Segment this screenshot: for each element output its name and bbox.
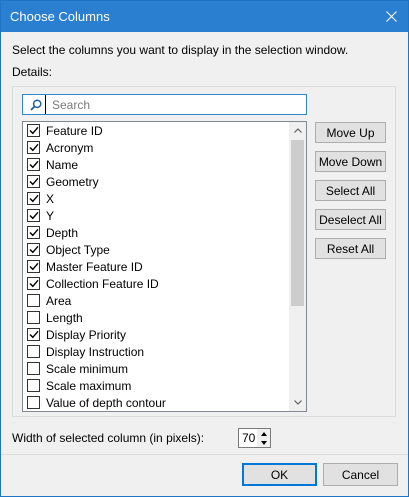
list-item[interactable]: Collection Feature ID — [23, 275, 289, 292]
column-checkbox[interactable] — [27, 243, 40, 256]
search-box[interactable] — [22, 94, 307, 115]
checkmark-icon — [29, 177, 39, 186]
list-item[interactable]: Display Priority — [23, 326, 289, 343]
column-label: Display Instruction — [46, 344, 145, 359]
search-input[interactable] — [45, 95, 300, 114]
checkmark-icon — [29, 194, 39, 203]
column-label: Scale maximum — [46, 378, 132, 393]
column-checkbox[interactable] — [27, 294, 40, 307]
column-checkbox[interactable] — [27, 141, 40, 154]
reset-all-button[interactable]: Reset All — [315, 238, 386, 259]
column-checkbox[interactable] — [27, 209, 40, 222]
column-checkbox[interactable] — [27, 362, 40, 375]
ok-button[interactable]: OK — [242, 463, 317, 486]
checkmark-icon — [29, 160, 39, 169]
column-checkbox[interactable] — [27, 260, 40, 273]
column-label: Depth — [46, 225, 79, 240]
deselect-all-button[interactable]: Deselect All — [315, 209, 386, 230]
list-item[interactable]: Y — [23, 207, 289, 224]
column-checkbox[interactable] — [27, 328, 40, 341]
list-item[interactable]: X — [23, 190, 289, 207]
checkmark-icon — [29, 126, 39, 135]
search-icon — [27, 95, 45, 114]
column-checkbox[interactable] — [27, 277, 40, 290]
column-label: Area — [46, 293, 72, 308]
list-item[interactable]: Object Type — [23, 241, 289, 258]
column-checkbox[interactable] — [27, 379, 40, 392]
list-item[interactable]: Length — [23, 309, 289, 326]
column-width-label: Width of selected column (in pixels): — [12, 431, 205, 445]
list-item[interactable]: Feature ID — [23, 122, 289, 139]
column-label: Name — [46, 157, 79, 172]
checkmark-icon — [29, 211, 39, 220]
move-up-button[interactable]: Move Up — [315, 122, 386, 143]
column-label: Scale minimum — [46, 361, 129, 376]
column-label: Display Priority — [46, 327, 127, 342]
details-label: Details: — [12, 65, 53, 79]
checkmark-icon — [29, 228, 39, 237]
decrement-button[interactable] — [257, 438, 270, 447]
chevron-down-icon — [260, 440, 267, 445]
columns-list[interactable]: Feature ID Acronym Name Geometry X Y Depth Obje… — [22, 121, 307, 412]
column-label: Value of depth contour — [46, 395, 166, 410]
column-checkbox[interactable] — [27, 158, 40, 171]
list-item[interactable]: Name — [23, 156, 289, 173]
footer-divider — [1, 454, 408, 455]
scroll-down-button[interactable] — [289, 394, 306, 411]
list-item[interactable]: Acronym — [23, 139, 289, 156]
chevron-up-icon — [293, 128, 302, 133]
dialog-title: Choose Columns — [10, 9, 110, 24]
checkmark-icon — [29, 262, 39, 271]
list-item[interactable]: Geometry — [23, 173, 289, 190]
chevron-down-icon — [293, 400, 302, 405]
column-label: Length — [46, 310, 83, 325]
list-item[interactable]: Scale minimum — [23, 360, 289, 377]
cancel-button[interactable]: Cancel — [323, 463, 398, 486]
column-checkbox[interactable] — [27, 175, 40, 188]
columns-list-items: Feature ID Acronym Name Geometry X Y Depth Obje… — [23, 122, 289, 411]
checkmark-icon — [29, 330, 39, 339]
move-down-button[interactable]: Move Down — [315, 151, 386, 172]
column-width-stepper[interactable] — [257, 428, 271, 448]
column-checkbox[interactable] — [27, 226, 40, 239]
column-label: Master Feature ID — [46, 259, 143, 274]
chevron-up-icon — [260, 431, 267, 436]
column-label: X — [46, 191, 55, 206]
list-item[interactable]: Depth — [23, 224, 289, 241]
column-checkbox[interactable] — [27, 124, 40, 137]
list-item[interactable]: Master Feature ID — [23, 258, 289, 275]
column-checkbox[interactable] — [27, 192, 40, 205]
column-label: Acronym — [46, 140, 94, 155]
select-all-button[interactable]: Select All — [315, 180, 386, 201]
column-checkbox[interactable] — [27, 396, 40, 409]
list-item[interactable]: Area — [23, 292, 289, 309]
choose-columns-dialog: Choose Columns Select the columns you wa… — [0, 0, 409, 497]
close-button[interactable] — [374, 1, 408, 32]
column-label: Collection Feature ID — [46, 276, 159, 291]
column-label: Object Type — [46, 242, 110, 257]
column-width-input[interactable] — [238, 428, 258, 448]
increment-button[interactable] — [257, 429, 270, 438]
list-item[interactable]: Scale maximum — [23, 377, 289, 394]
list-item[interactable]: Display Instruction — [23, 343, 289, 360]
column-label: Y — [46, 208, 55, 223]
instruction-text: Select the columns you want to display i… — [12, 43, 349, 57]
checkmark-icon — [29, 279, 39, 288]
close-icon — [385, 11, 397, 22]
checkmark-icon — [29, 143, 39, 152]
column-label: Feature ID — [46, 123, 103, 138]
vertical-scrollbar[interactable] — [289, 122, 306, 411]
scroll-up-button[interactable] — [289, 122, 306, 139]
scroll-thumb[interactable] — [291, 140, 304, 306]
title-bar: Choose Columns — [1, 1, 408, 32]
column-label: Geometry — [46, 174, 99, 189]
column-checkbox[interactable] — [27, 345, 40, 358]
checkmark-icon — [29, 245, 39, 254]
column-checkbox[interactable] — [27, 311, 40, 324]
list-item[interactable]: Value of depth contour — [23, 394, 289, 411]
